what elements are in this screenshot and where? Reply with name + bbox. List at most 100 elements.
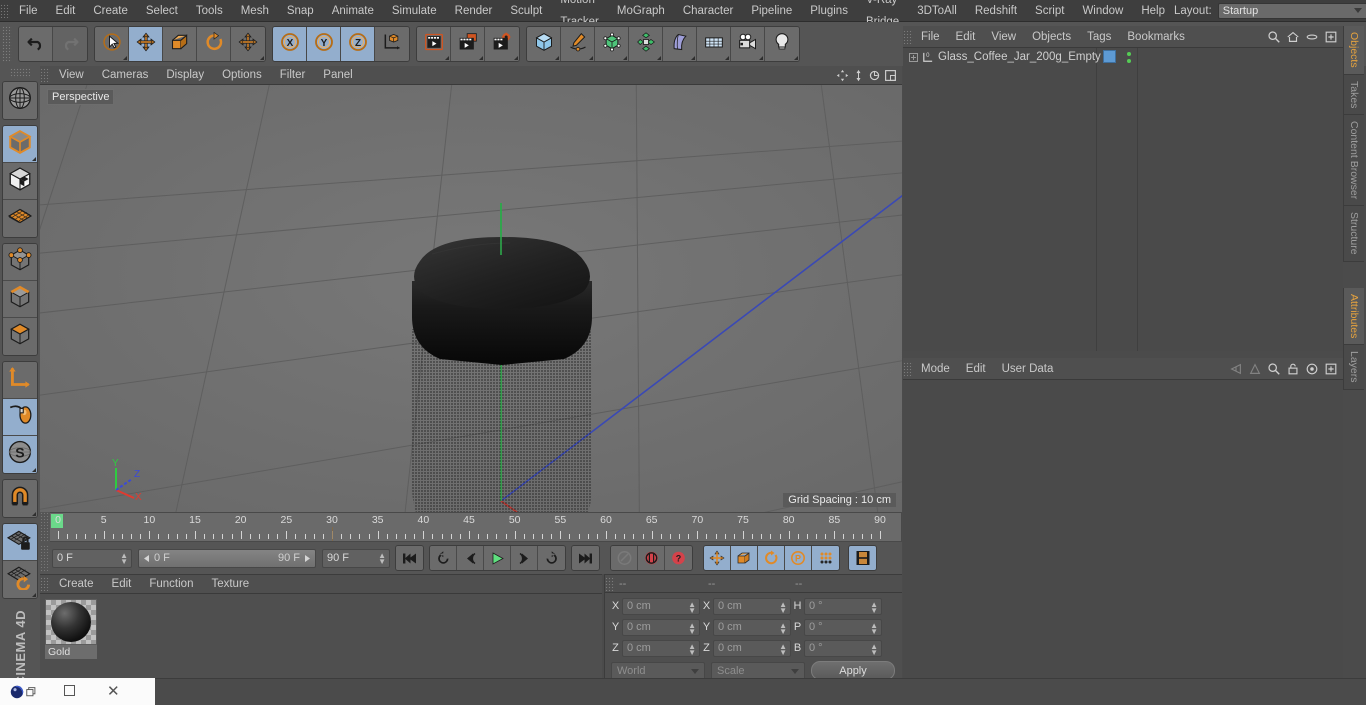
param-key-toggle[interactable]: P bbox=[785, 546, 812, 570]
end-frame-field[interactable]: 90 F ▲ ▼ bbox=[322, 548, 390, 568]
workplane-lock-button[interactable] bbox=[3, 524, 37, 561]
viewport-grip[interactable] bbox=[40, 68, 50, 82]
scale-key-toggle[interactable] bbox=[731, 546, 758, 570]
maximize-view-icon[interactable] bbox=[884, 69, 897, 82]
size-z-field[interactable]: 0 cm ▲ ▼ bbox=[713, 639, 791, 657]
rotation-p-field[interactable]: 0 ° ▲ ▼ bbox=[804, 618, 882, 636]
search-icon[interactable] bbox=[1267, 30, 1281, 44]
layout-dropdown[interactable]: Startup bbox=[1217, 2, 1366, 19]
menu-item-view[interactable]: View bbox=[983, 31, 1024, 43]
pla-key-toggle[interactable] bbox=[812, 546, 839, 570]
menu-item-options[interactable]: Options bbox=[213, 69, 271, 81]
overflow-corner-icon[interactable] bbox=[32, 468, 36, 472]
cinema4d-icon[interactable] bbox=[10, 679, 36, 705]
restore-window-icon[interactable] bbox=[26, 685, 36, 698]
autokey-button[interactable] bbox=[611, 546, 638, 570]
menu-item-3dtoall[interactable]: 3DToAll bbox=[908, 0, 966, 22]
rotation-key-toggle[interactable] bbox=[758, 546, 785, 570]
render-to-picture-viewer-button[interactable] bbox=[451, 27, 485, 61]
menu-item-display[interactable]: Display bbox=[157, 69, 213, 81]
attributes-body[interactable] bbox=[903, 380, 1343, 678]
object-manager-grip[interactable] bbox=[903, 29, 913, 44]
material-item-gold[interactable]: Gold bbox=[45, 599, 97, 659]
menu-item-snap[interactable]: Snap bbox=[278, 0, 323, 22]
minimize-window-button[interactable] bbox=[64, 683, 75, 701]
object-tag-icon[interactable] bbox=[1103, 50, 1116, 63]
menu-item-bookmarks[interactable]: Bookmarks bbox=[1119, 31, 1193, 43]
attributes-grip[interactable] bbox=[903, 361, 913, 376]
material-preview[interactable] bbox=[45, 599, 97, 645]
menu-item-simulate[interactable]: Simulate bbox=[383, 0, 446, 22]
perspective-viewport[interactable]: Y X Z Perspective Grid Spacing : 10 cm bbox=[40, 85, 902, 512]
step-forward-button[interactable] bbox=[511, 546, 538, 570]
spline-pen-button[interactable] bbox=[561, 27, 595, 61]
target-icon[interactable] bbox=[1305, 362, 1319, 376]
menu-item-create[interactable]: Create bbox=[84, 0, 137, 22]
model-mode-button[interactable] bbox=[3, 126, 37, 163]
menu-item-select[interactable]: Select bbox=[137, 0, 187, 22]
overflow-corner-icon[interactable] bbox=[32, 157, 36, 161]
spinner-icon[interactable]: ▲ ▼ bbox=[120, 551, 128, 565]
menu-item-mograph[interactable]: MoGraph bbox=[608, 0, 674, 22]
menu-item-redshift[interactable]: Redshift bbox=[966, 0, 1026, 22]
spinner-icon[interactable]: ▲ ▼ bbox=[779, 621, 787, 635]
menu-item-edit[interactable]: Edit bbox=[103, 578, 141, 590]
orbit-icon[interactable] bbox=[868, 69, 881, 82]
menu-item-render[interactable]: Render bbox=[446, 0, 502, 22]
overflow-corner-icon[interactable] bbox=[691, 56, 695, 60]
menu-item-sculpt[interactable]: Sculpt bbox=[501, 0, 551, 22]
workplane-mode-button[interactable] bbox=[3, 200, 37, 237]
render-settings-button[interactable] bbox=[485, 27, 519, 61]
menu-item-tags[interactable]: Tags bbox=[1079, 31, 1119, 43]
go-to-start-button[interactable] bbox=[396, 546, 423, 570]
eye-icon[interactable] bbox=[1305, 30, 1319, 44]
material-list[interactable]: Gold bbox=[40, 594, 602, 664]
vertical-tab-content-browser[interactable]: Content Browser bbox=[1343, 115, 1364, 207]
position-key-toggle[interactable] bbox=[704, 546, 731, 570]
menu-item-mesh[interactable]: Mesh bbox=[232, 0, 278, 22]
spinner-icon[interactable]: ▲ ▼ bbox=[870, 642, 878, 656]
position-y-field[interactable]: 0 cm ▲ ▼ bbox=[622, 618, 700, 636]
move-alt-button[interactable] bbox=[231, 27, 265, 61]
coordinates-grip[interactable] bbox=[605, 576, 615, 591]
range-left-arrow-icon[interactable] bbox=[142, 554, 151, 563]
vertical-tab-structure[interactable]: Structure bbox=[1343, 206, 1364, 262]
spinner-icon[interactable]: ▲ ▼ bbox=[779, 642, 787, 656]
array-scene-button[interactable] bbox=[629, 27, 663, 61]
position-z-field[interactable]: 0 cm ▲ ▼ bbox=[622, 639, 700, 657]
soft-selection-button[interactable]: S bbox=[3, 436, 37, 473]
overflow-corner-icon[interactable] bbox=[623, 56, 627, 60]
menu-item-texture[interactable]: Texture bbox=[202, 578, 258, 590]
spinner-icon[interactable]: ▲ ▼ bbox=[688, 600, 696, 614]
menu-item-objects[interactable]: Objects bbox=[1024, 31, 1079, 43]
spinner-icon[interactable]: ▲ ▼ bbox=[688, 621, 696, 635]
enable-snapping-button[interactable] bbox=[3, 399, 37, 436]
visibility-dots[interactable] bbox=[1127, 52, 1131, 63]
dolly-icon[interactable] bbox=[852, 69, 865, 82]
vertical-tab-takes[interactable]: Takes bbox=[1343, 74, 1364, 116]
overflow-corner-icon[interactable] bbox=[514, 56, 518, 60]
overflow-corner-icon[interactable] bbox=[260, 56, 264, 60]
world-coordinate-button[interactable] bbox=[375, 27, 409, 61]
undo-button[interactable] bbox=[19, 27, 53, 61]
object-row-glass-coffee-jar[interactable]: 0 Glass_Coffee_Jar_200g_Empty bbox=[903, 48, 1343, 66]
spinner-icon[interactable]: ▲ ▼ bbox=[378, 551, 386, 565]
menu-item-function[interactable]: Function bbox=[140, 578, 202, 590]
menu-item-edit[interactable]: Edit bbox=[948, 31, 984, 43]
overflow-corner-icon[interactable] bbox=[479, 56, 483, 60]
menu-item-animate[interactable]: Animate bbox=[323, 0, 383, 22]
go-to-end-button[interactable] bbox=[572, 546, 599, 570]
leftbar-grip[interactable] bbox=[10, 68, 30, 78]
render-view-button[interactable] bbox=[417, 27, 451, 61]
y-axis-button[interactable]: Y bbox=[307, 27, 341, 61]
menu-item-create[interactable]: Create bbox=[50, 578, 103, 590]
vertical-tab-attributes[interactable]: Attributes bbox=[1343, 287, 1364, 346]
overflow-corner-icon[interactable] bbox=[657, 56, 661, 60]
toolbar-grip[interactable] bbox=[2, 26, 12, 62]
menu-item-mode[interactable]: Mode bbox=[913, 363, 958, 375]
nurbs-generator-button[interactable] bbox=[595, 27, 629, 61]
pan-icon[interactable] bbox=[836, 69, 849, 82]
position-x-field[interactable]: 0 cm ▲ ▼ bbox=[622, 597, 700, 615]
axis-modify-button[interactable] bbox=[3, 362, 37, 399]
overflow-corner-icon[interactable] bbox=[32, 593, 36, 597]
